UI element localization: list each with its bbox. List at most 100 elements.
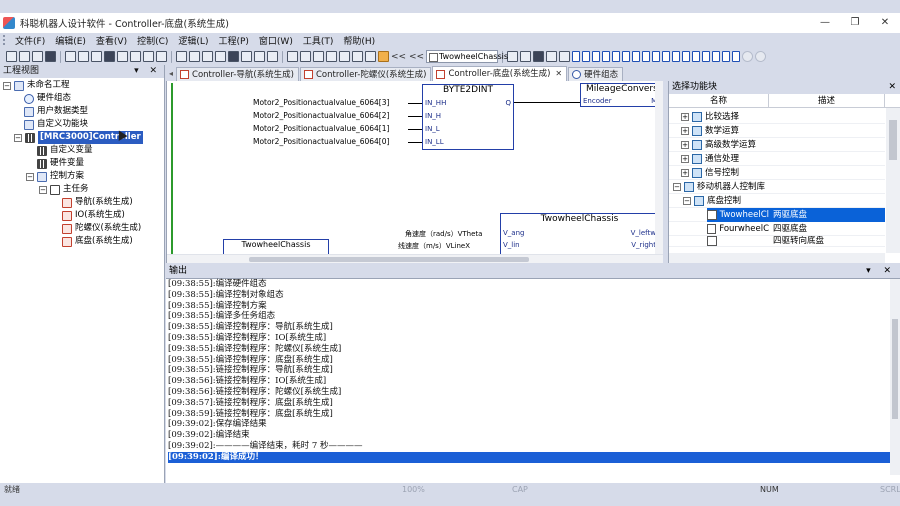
zoom-in-icon[interactable] [143, 51, 154, 62]
menu-control[interactable]: 控制(C) [132, 34, 173, 47]
tree-item-user-data-types[interactable]: 用户数据类型 [24, 105, 88, 118]
input-variable-label[interactable]: Motor2_Positionactualvalue_6064[3] [253, 98, 389, 107]
input-variable-label[interactable]: 线速度（m/s）VLineX [398, 241, 470, 251]
scroll-thumb[interactable] [249, 257, 529, 262]
selector-horizontal-scrollbar[interactable] [669, 253, 885, 263]
paste-icon[interactable] [91, 51, 102, 62]
connect-wire-icon[interactable] [507, 51, 519, 62]
tab-chassis[interactable]: Controller-底盘(系统生成) ✕ [432, 66, 568, 81]
menu-window[interactable]: 窗口(W) [254, 34, 298, 47]
collapse-icon[interactable]: − [39, 185, 47, 194]
column-header-description[interactable]: 描述 [769, 94, 885, 107]
scroll-thumb[interactable] [892, 319, 898, 419]
step-out-icon[interactable] [313, 51, 324, 62]
tree-item-hardware-config[interactable]: 硬件组态 [24, 92, 71, 105]
order-front-icon[interactable] [682, 51, 691, 62]
collapse-icon[interactable]: − [673, 182, 681, 191]
same-height-icon[interactable] [662, 51, 671, 62]
tree-item-control-scheme[interactable]: − 控制方案 [26, 170, 84, 183]
cut-icon[interactable] [65, 51, 76, 62]
upload-icon[interactable] [254, 51, 265, 62]
open-icon[interactable] [32, 51, 43, 62]
list-item[interactable]: + 比较选择 [669, 110, 885, 124]
input-variable-label[interactable]: 角速度（rad/s）VTheta [405, 229, 482, 239]
align-bottom-icon[interactable] [622, 51, 631, 62]
list-item-selected[interactable]: TwowheelCl 两驱底盘 [669, 207, 885, 222]
mileage-convert-block[interactable]: MileageConvers Encoder Mil [580, 83, 663, 107]
navigate-back-arrows[interactable]: << << [391, 52, 424, 62]
comment-icon[interactable] [559, 51, 571, 62]
same-width-icon[interactable] [652, 51, 661, 62]
canvas-horizontal-scrollbar[interactable] [167, 254, 663, 263]
list-item[interactable]: + 通信处理 [669, 152, 885, 166]
new-project-icon[interactable] [19, 51, 30, 62]
list-item[interactable]: − 底盘控制 [669, 194, 885, 208]
watch-icon[interactable] [215, 51, 226, 62]
list-item[interactable]: + 高级数学运算 [669, 138, 885, 152]
tab-gyroscope[interactable]: Controller-陀螺仪(系统生成) [299, 67, 432, 81]
redo-icon[interactable] [130, 51, 141, 62]
input-variable-label[interactable]: Motor2_Positionactualvalue_6064[1] [253, 124, 389, 133]
menu-file[interactable]: 文件(F) [10, 34, 50, 47]
online-icon[interactable] [352, 51, 363, 62]
input-variable-label[interactable]: Motor2_Positionactualvalue_6064[0] [253, 137, 389, 146]
tab-hardware-config[interactable]: 硬件组态 [568, 67, 624, 81]
lock-icon[interactable] [722, 51, 731, 62]
step-icon[interactable] [287, 51, 298, 62]
collapse-icon[interactable]: − [683, 196, 691, 205]
tree-item-custom-variables[interactable]: 自定义变量 [37, 144, 93, 157]
same-size-icon[interactable] [672, 51, 681, 62]
list-item[interactable]: + 数学运算 [669, 124, 885, 138]
expand-icon[interactable]: + [681, 126, 689, 135]
collapse-icon[interactable]: − [26, 172, 34, 181]
hardware-config-icon[interactable] [378, 51, 389, 62]
output-panel[interactable]: [09:38:55]:编译硬件组态 [09:38:55]:编译控制对象组态 [0… [166, 278, 900, 483]
order-back-icon[interactable] [692, 51, 701, 62]
monitor-icon[interactable] [202, 51, 213, 62]
tab-scroll-left-icon[interactable]: ◂ [166, 67, 176, 81]
selector-vertical-scrollbar[interactable] [886, 108, 900, 253]
column-header-name[interactable]: 名称 [669, 94, 769, 107]
expand-icon[interactable]: + [681, 168, 689, 177]
collapse-icon[interactable]: − [3, 81, 11, 90]
tree-item-main-task[interactable]: − 主任务 [39, 183, 89, 196]
tree-item-project[interactable]: − 未命名工程 [3, 79, 70, 92]
menu-tools[interactable]: 工具(T) [298, 34, 339, 47]
canvas-vertical-scrollbar[interactable] [655, 81, 663, 263]
menu-logic[interactable]: 逻辑(L) [173, 34, 213, 47]
panel-pin-close-icon[interactable]: ▾ ✕ [866, 265, 896, 277]
menu-project[interactable]: 工程(P) [213, 34, 253, 47]
close-tab-icon[interactable]: ✕ [555, 67, 562, 81]
distribute-v-icon[interactable] [642, 51, 651, 62]
scroll-thumb[interactable] [889, 120, 897, 160]
undo-icon[interactable] [117, 51, 128, 62]
unlock-icon[interactable] [732, 51, 741, 62]
tree-item-custom-function-blocks[interactable]: 自定义功能块 [24, 118, 88, 131]
tree-item-program-chassis[interactable]: 底盘(系统生成) [62, 235, 133, 248]
tree-item-program-gyroscope[interactable]: 陀螺仪(系统生成) [62, 222, 141, 235]
close-window-button[interactable]: ✕ [870, 13, 900, 33]
input-variable-label[interactable]: Motor2_Positionactualvalue_6064[2] [253, 111, 389, 120]
menu-grip[interactable] [3, 35, 7, 45]
replace-icon[interactable] [189, 51, 200, 62]
list-item[interactable]: FourwheelC 四驱底盘 [669, 222, 885, 236]
list-item[interactable]: − 移动机器人控制库 [669, 180, 885, 194]
zoom-out-icon[interactable] [156, 51, 167, 62]
expand-icon[interactable]: + [681, 140, 689, 149]
menu-view[interactable]: 查看(V) [91, 34, 132, 47]
stop-icon[interactable] [326, 51, 337, 62]
disabled-stop-icon[interactable] [755, 51, 767, 62]
output-vertical-scrollbar[interactable] [890, 279, 900, 475]
restore-button[interactable]: ❐ [840, 13, 870, 33]
copy-icon[interactable] [78, 51, 89, 62]
run-icon[interactable] [267, 51, 278, 62]
breakpoint-icon[interactable] [339, 51, 350, 62]
close-panel-icon[interactable]: ✕ [888, 81, 896, 94]
align-center-icon[interactable] [582, 51, 591, 62]
align-top-icon[interactable] [602, 51, 611, 62]
save-icon[interactable] [45, 51, 56, 62]
menu-help[interactable]: 帮助(H) [338, 34, 380, 47]
align-right-icon[interactable] [592, 51, 601, 62]
list-item[interactable]: + 信号控制 [669, 166, 885, 180]
expand-icon[interactable]: + [681, 112, 689, 121]
